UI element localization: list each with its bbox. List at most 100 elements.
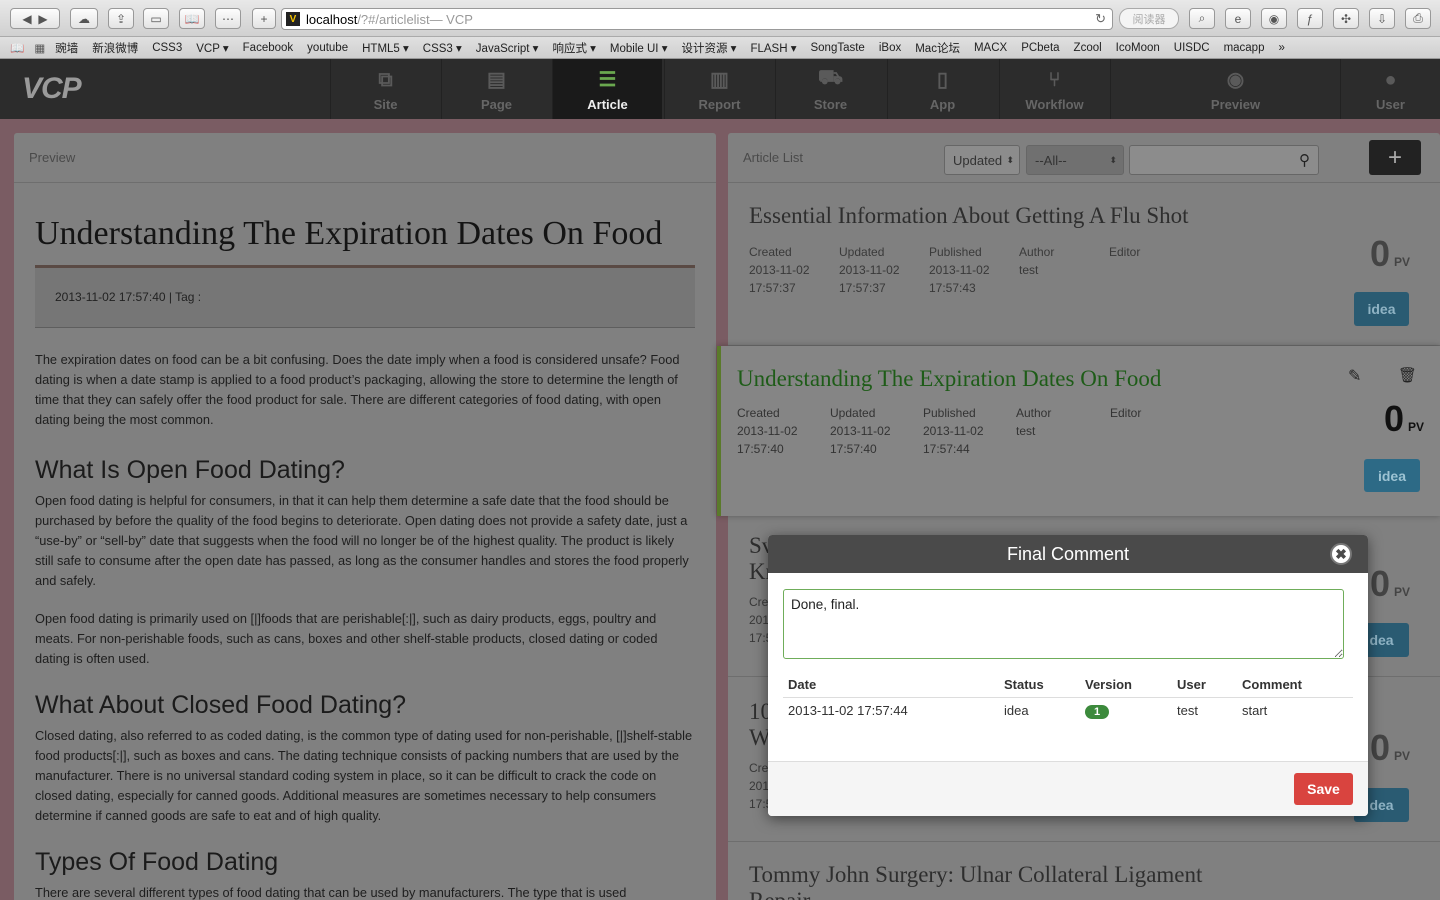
- nav-report[interactable]: ▥ Report: [664, 59, 774, 119]
- bookmark-item[interactable]: UISDC: [1174, 42, 1210, 54]
- author-value: test: [1019, 263, 1039, 277]
- list-item-active[interactable]: Understanding The Expiration Dates On Fo…: [717, 346, 1440, 516]
- bookmark-item[interactable]: JavaScript ▾: [476, 41, 539, 55]
- nav-preview[interactable]: ◉ Preview: [1110, 59, 1360, 119]
- icloud-icon[interactable]: ☁: [70, 8, 98, 29]
- bookmark-item[interactable]: 豌墙: [55, 40, 78, 56]
- apps-grid-icon[interactable]: ▦: [34, 41, 45, 55]
- nav-site[interactable]: ⧉ Site: [330, 59, 440, 119]
- sitemap-icon: ⧉: [378, 69, 393, 91]
- bookmark-item[interactable]: Facebook: [243, 42, 294, 54]
- nav-page[interactable]: ▤ Page: [441, 59, 551, 119]
- updated-value: 2013-11-02 17:57:37: [839, 263, 900, 295]
- ie-icon[interactable]: e: [1225, 8, 1251, 29]
- bookmark-item[interactable]: HTML5 ▾: [362, 41, 409, 55]
- sort-arrow-icon: ⬍: [1006, 154, 1014, 165]
- edit-icon[interactable]: ✎: [1348, 366, 1361, 386]
- comment-textarea[interactable]: Done, final.: [783, 589, 1344, 659]
- nav-store[interactable]: ⛟ Store: [775, 59, 885, 119]
- search-icon[interactable]: ⚲: [1299, 151, 1310, 169]
- add-article-button[interactable]: +: [1369, 140, 1421, 175]
- item-title[interactable]: Essential Information About Getting A Fl…: [749, 203, 1189, 229]
- address-bar[interactable]: V localhost /?#/articlelist — VCP ↻: [281, 8, 1113, 30]
- nav-workflow[interactable]: ⑂ Workflow: [999, 59, 1109, 119]
- bookmark-item[interactable]: FLASH ▾: [750, 41, 796, 55]
- forward-icon[interactable]: ▶: [38, 12, 47, 26]
- bookmarks-overflow[interactable]: »: [1278, 42, 1284, 54]
- published-value: 2013-11-02 17:57:44: [923, 424, 984, 456]
- bookmark-item[interactable]: MACX: [974, 42, 1007, 54]
- status-badge[interactable]: idea: [1354, 292, 1409, 326]
- print-icon[interactable]: ⎙: [1405, 8, 1431, 29]
- author-value: test: [1016, 424, 1036, 438]
- updated-value: 2013-11-02 17:57:40: [830, 424, 891, 456]
- bookmarks-icon[interactable]: 📖: [179, 8, 205, 29]
- bookmark-item[interactable]: CSS3: [152, 42, 182, 54]
- nav-label: Article: [587, 97, 628, 112]
- nav-app[interactable]: ▯ App: [887, 59, 997, 119]
- browser-toolbar: ◀ ▶ ☁ ⇪ ▭ 📖 ⋯ + V localhost /?#/articlel…: [0, 0, 1440, 37]
- dialog-footer: Save: [768, 761, 1368, 816]
- reload-icon[interactable]: ↻: [1095, 11, 1106, 27]
- bookmark-item[interactable]: macapp: [1224, 42, 1265, 54]
- nav-label: Workflow: [1025, 97, 1084, 112]
- nav-label: App: [929, 97, 956, 112]
- list-item[interactable]: Essential Information About Getting A Fl…: [728, 183, 1440, 346]
- topsites-icon[interactable]: ▭: [143, 8, 169, 29]
- trash-icon[interactable]: 🗑: [1398, 366, 1417, 384]
- article-paragraph: Open food dating is primarily used on [|…: [35, 611, 658, 666]
- back-icon[interactable]: ◀: [22, 12, 31, 26]
- bookmark-item[interactable]: 响应式 ▾: [552, 40, 595, 56]
- item-title[interactable]: Tommy John Surgery: Ulnar Collateral Lig…: [749, 862, 1269, 900]
- author-col: Author test: [1019, 245, 1055, 277]
- bookmark-item[interactable]: 设计资源 ▾: [681, 40, 736, 56]
- item-title[interactable]: Understanding The Expiration Dates On Fo…: [737, 366, 1161, 392]
- section-heading: What Is Open Food Dating?: [35, 456, 345, 484]
- reading-list-icon[interactable]: 📖: [10, 41, 24, 55]
- bookmark-item[interactable]: CSS3 ▾: [423, 41, 462, 55]
- bookmark-item[interactable]: Mac论坛: [915, 40, 960, 56]
- row-comment: start: [1242, 703, 1268, 719]
- filter-select[interactable]: --All-- ⬍: [1026, 145, 1124, 175]
- status-badge[interactable]: idea: [1364, 459, 1420, 492]
- search-input[interactable]: ⚲: [1129, 145, 1319, 175]
- table-row: 2013-11-02 17:57:44 idea 1 test start: [783, 697, 1353, 724]
- bookmark-item[interactable]: VCP ▾: [196, 41, 228, 55]
- save-button[interactable]: Save: [1294, 773, 1353, 805]
- section-heading: Types Of Food Dating: [35, 848, 279, 876]
- row-version: 1: [1080, 697, 1172, 724]
- history-table: Date Status Version User Comment 2013-11…: [783, 672, 1353, 724]
- sort-select[interactable]: Updated ⬍: [944, 145, 1020, 175]
- close-icon[interactable]: ✖: [1330, 543, 1352, 565]
- section-heading: What About Closed Food Dating?: [35, 691, 407, 719]
- bookmark-item[interactable]: SongTaste: [810, 42, 864, 54]
- bookmark-item[interactable]: PCbeta: [1021, 42, 1059, 54]
- url-host: localhost: [306, 11, 358, 27]
- bookmark-item[interactable]: youtube: [307, 42, 348, 54]
- share-icon[interactable]: ⇪: [108, 8, 134, 29]
- search-icon[interactable]: ⌕: [1189, 8, 1215, 29]
- preview-header: Preview: [14, 133, 716, 183]
- nav-article[interactable]: ☰ Article: [552, 59, 662, 119]
- bookmark-item[interactable]: Mobile UI ▾: [610, 41, 668, 55]
- back-forward-buttons[interactable]: ◀ ▶: [10, 8, 60, 29]
- article-intro: The expiration dates on food can be a bi…: [35, 352, 680, 427]
- user-icon: ●: [1384, 69, 1397, 91]
- bookmark-item[interactable]: Zcool: [1074, 42, 1102, 54]
- url-path: /?#/articlelist: [357, 11, 430, 27]
- bookmark-item[interactable]: IcoMoon: [1116, 42, 1160, 54]
- bookmark-item[interactable]: iBox: [879, 42, 901, 54]
- disk-icon[interactable]: ◉: [1261, 8, 1287, 29]
- list-item[interactable]: Tommy John Surgery: Ulnar Collateral Lig…: [728, 842, 1440, 900]
- nav-user[interactable]: ● User: [1340, 59, 1440, 119]
- tools-icon[interactable]: ✣: [1333, 8, 1359, 29]
- final-comment-dialog: Final Comment ✖ Done, final. Date Status…: [768, 535, 1368, 816]
- grid-icon[interactable]: ⋯: [215, 8, 241, 29]
- new-tab-icon[interactable]: +: [252, 8, 276, 29]
- function-icon[interactable]: ƒ: [1297, 8, 1323, 29]
- bookmark-item[interactable]: 新浪微博: [92, 40, 138, 56]
- download-icon[interactable]: ⇩: [1369, 8, 1395, 29]
- created-col: Created 2013-11-02 17:57:37: [749, 243, 819, 297]
- reader-button[interactable]: 阅读器: [1119, 8, 1179, 29]
- pv-count: 0 PV: [1383, 398, 1424, 439]
